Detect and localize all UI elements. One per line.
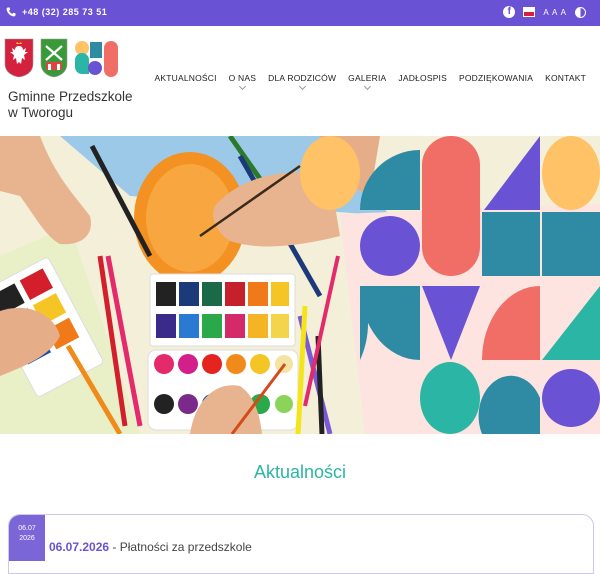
news-badge-day: 06.07 [18,525,36,532]
nav-label: GALERIA [348,73,387,83]
nav-item-galeria[interactable]: GALERIA [342,73,392,91]
nav-label: DLA RODZICÓW [268,73,337,83]
nav-label: AKTUALNOŚCI [154,73,217,83]
phone-icon [6,7,16,17]
news-badge-year: 2026 [19,535,35,542]
nav-item-aktualnosci[interactable]: AKTUALNOŚCI [148,73,222,83]
facebook-icon[interactable]: f [503,6,516,18]
chevron-down-icon [239,82,247,91]
site-header: Gminne Przedszkole w Tworogu AKTUALNOŚCI… [0,26,600,136]
logos[interactable] [4,38,122,78]
chevron-down-icon [299,82,307,91]
hero-illustration [0,136,600,434]
section-title-aktualnosci: Aktualności [253,462,347,482]
school-name-line-1: Gminne Przedszkole [8,89,133,104]
nav-label: KONTAKT [545,73,586,83]
news-date: 06.07.2026 [49,540,110,554]
chevron-down-icon [364,82,372,91]
nav-item-kontakt[interactable]: KONTAKT [539,73,592,83]
top-bar: +48 (32) 285 73 51 f A A A [0,0,600,26]
nav-item-jadlospis[interactable]: JADŁOSPIS [392,73,453,83]
phone-contact[interactable]: +48 (32) 285 73 51 [6,7,107,17]
hero-banner [0,136,600,434]
news-title-link[interactable]: 06.07.2026 - Płatności za przedszkole [49,540,252,554]
municipality-coat-of-arms-icon [40,38,68,78]
school-name[interactable]: Gminne Przedszkole w Tworogu [8,89,133,121]
school-name-line-2: w Tworogu [8,105,74,120]
nav-item-o-nas[interactable]: O NAS [223,73,262,91]
font-size-switcher[interactable]: A A A [543,8,567,17]
phone-number: +48 (32) 285 73 51 [22,7,108,17]
nav-label: O NAS [228,73,257,83]
nav-item-dla-rodzicow[interactable]: DLA RODZICÓW [262,73,342,91]
main-nav: AKTUALNOŚCI O NAS DLA RODZICÓW GALERIA J… [148,73,592,91]
top-bar-tools: f A A A [503,6,586,18]
news-date-badge: 06.07 2026 [9,515,45,561]
nav-item-podziekowania[interactable]: PODZIĘKOWANIA [453,73,539,83]
nav-label: PODZIĘKOWANIA [459,73,534,83]
contrast-icon[interactable] [575,6,586,18]
preschool-logo-icon [75,41,118,77]
poland-coat-of-arms-icon [4,38,34,78]
news-card[interactable]: 06.07 2026 06.07.2026 - Płatności za prz… [8,514,594,574]
flag-icon[interactable] [523,7,536,17]
news-separator: - [109,540,120,554]
nav-label: JADŁOSPIS [398,73,447,83]
news-title: Płatności za przedszkole [119,540,252,554]
